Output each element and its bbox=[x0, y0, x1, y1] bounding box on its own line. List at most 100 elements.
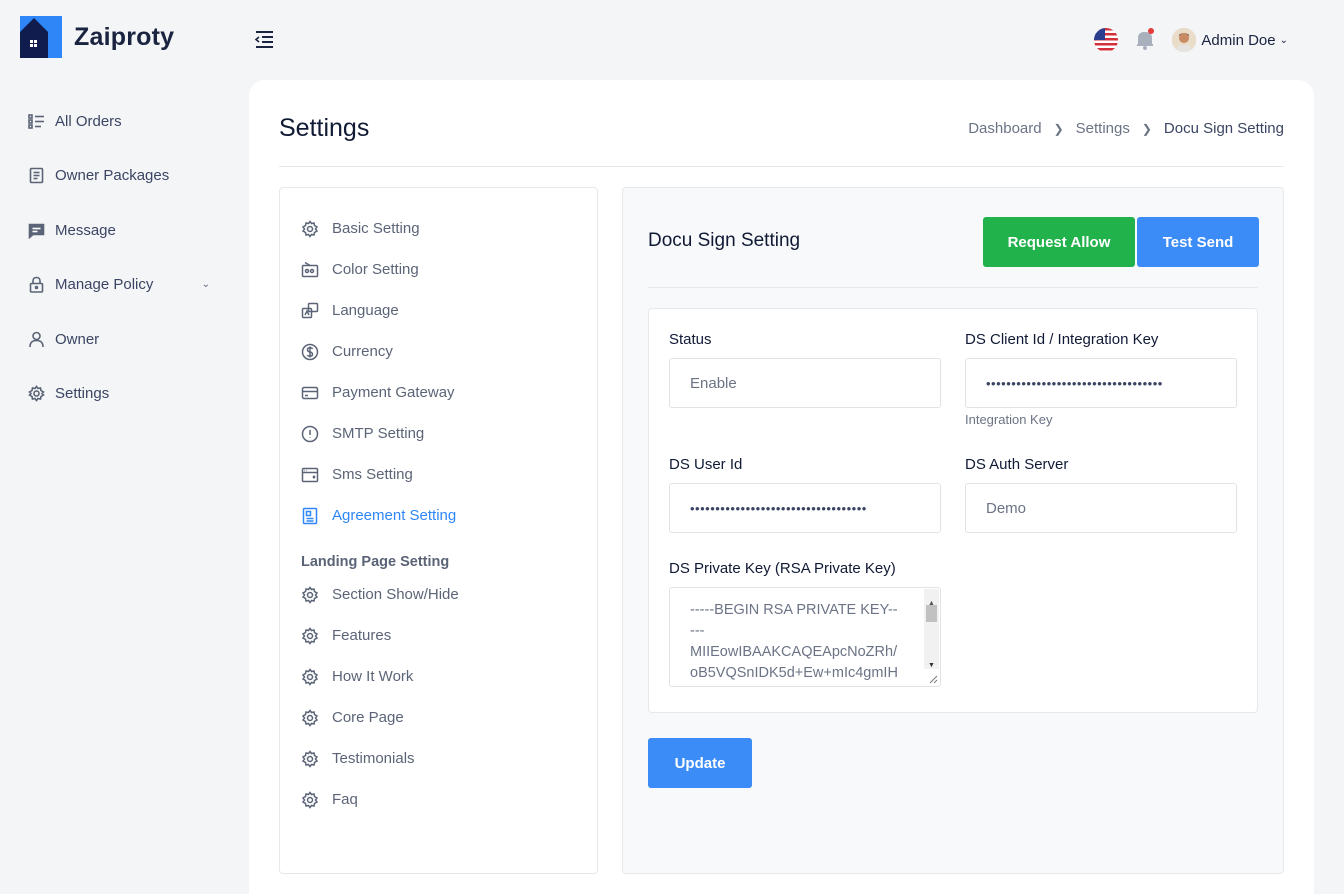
sidebar-item-label: Manage Policy bbox=[55, 276, 154, 294]
breadcrumb-current: Docu Sign Setting bbox=[1163, 120, 1284, 137]
sidebar-item-settings[interactable]: Settings bbox=[0, 367, 240, 422]
settings-item-payment[interactable]: Payment Gateway bbox=[280, 372, 597, 413]
language-icon bbox=[301, 302, 319, 318]
private-key-text: -----BEGIN RSA PRIVATE KEY----- MIIEowIB… bbox=[690, 602, 898, 681]
auth-server-select[interactable]: Demo bbox=[965, 483, 1237, 533]
settings-item-language[interactable]: Language bbox=[280, 290, 597, 331]
user-id-field[interactable]: ••••••••••••••••••••••••••••••••••• bbox=[669, 483, 941, 533]
message-icon bbox=[28, 223, 45, 239]
update-button[interactable]: Update bbox=[648, 738, 752, 788]
breadcrumb-dashboard[interactable]: Dashboard bbox=[968, 120, 1041, 137]
settings-item-label: How It Work bbox=[332, 668, 414, 685]
settings-item-label: Agreement Setting bbox=[332, 507, 457, 524]
settings-item-smtp[interactable]: SMTP Setting bbox=[280, 413, 597, 454]
settings-item-label: Currency bbox=[332, 343, 393, 360]
sidebar: All Orders Owner Packages Message Manage… bbox=[0, 94, 240, 421]
sidebar-item-label: Settings bbox=[55, 385, 110, 403]
auth-server-label: DS Auth Server bbox=[965, 456, 1069, 473]
document-icon bbox=[29, 167, 44, 184]
alert-icon bbox=[301, 425, 319, 442]
settings-item-label: Section Show/Hide bbox=[332, 586, 459, 603]
sidebar-item-message[interactable]: Message bbox=[0, 203, 240, 258]
avatar[interactable] bbox=[1172, 28, 1197, 52]
settings-item-label: SMTP Setting bbox=[332, 425, 425, 442]
resize-handle-icon[interactable] bbox=[928, 674, 938, 684]
header-actions: Admin Doe ⌄ bbox=[1094, 26, 1288, 54]
settings-item-label: Payment Gateway bbox=[332, 384, 455, 401]
gear-icon bbox=[301, 667, 319, 686]
settings-item-label: Faq bbox=[332, 791, 358, 808]
agreement-icon bbox=[302, 507, 318, 524]
settings-item-label: Testimonials bbox=[332, 750, 415, 767]
settings-item-testimonials[interactable]: Testimonials bbox=[280, 738, 597, 779]
settings-item-label: Sms Setting bbox=[332, 466, 413, 483]
gear-icon bbox=[301, 749, 319, 768]
settings-item-section-show-hide[interactable]: Section Show/Hide bbox=[280, 574, 597, 615]
gear-icon bbox=[28, 385, 45, 403]
sidebar-item-label: Owner bbox=[55, 330, 100, 348]
bell-icon[interactable] bbox=[1134, 28, 1156, 52]
user-name[interactable]: Admin Doe bbox=[1201, 32, 1275, 49]
sidebar-item-owner-packages[interactable]: Owner Packages bbox=[0, 149, 240, 204]
divider bbox=[279, 166, 1284, 167]
settings-item-sms[interactable]: Sms Setting bbox=[280, 454, 597, 495]
test-send-button[interactable]: Test Send bbox=[1137, 217, 1259, 267]
scroll-down-icon[interactable]: ▼ bbox=[928, 655, 935, 676]
status-label: Status bbox=[669, 331, 712, 348]
breadcrumb-settings[interactable]: Settings bbox=[1076, 120, 1130, 137]
private-key-textarea[interactable]: -----BEGIN RSA PRIVATE KEY----- MIIEowIB… bbox=[669, 587, 941, 687]
settings-item-color[interactable]: Color Setting bbox=[280, 249, 597, 290]
status-select[interactable]: Enable bbox=[669, 358, 941, 408]
sidebar-item-label: Message bbox=[55, 221, 116, 239]
chevron-right-icon: ❯ bbox=[1053, 121, 1064, 136]
chevron-down-icon[interactable]: ⌄ bbox=[202, 279, 210, 290]
client-id-help: Integration Key bbox=[965, 412, 1053, 427]
page-title: Settings bbox=[279, 114, 370, 142]
settings-menu: Basic Setting Color Setting Language Cur… bbox=[279, 187, 598, 874]
breadcrumb: Dashboard ❯ Settings ❯ Docu Sign Setting bbox=[968, 120, 1284, 137]
palette-icon bbox=[301, 261, 319, 277]
chevron-down-icon[interactable]: ⌄ bbox=[1280, 35, 1288, 46]
lock-icon bbox=[29, 276, 44, 294]
gear-icon bbox=[301, 585, 319, 604]
sidebar-item-manage-policy[interactable]: Manage Policy ⌄ bbox=[0, 258, 240, 313]
sidebar-item-label: Owner Packages bbox=[55, 167, 170, 185]
user-id-label: DS User Id bbox=[669, 456, 743, 473]
brand-name: Zaiproty bbox=[74, 22, 175, 51]
gear-icon bbox=[301, 219, 319, 238]
panel-title: Docu Sign Setting bbox=[648, 230, 801, 251]
gear-icon bbox=[301, 626, 319, 645]
gear-icon bbox=[301, 708, 319, 727]
sidebar-item-label: All Orders bbox=[55, 112, 122, 130]
dollar-icon bbox=[301, 343, 319, 360]
settings-item-label: Core Page bbox=[332, 709, 404, 726]
us-flag-icon[interactable] bbox=[1094, 28, 1119, 52]
request-allow-button[interactable]: Request Allow bbox=[983, 217, 1135, 267]
settings-item-agreement[interactable]: Agreement Setting bbox=[280, 495, 597, 536]
logo-icon bbox=[20, 16, 62, 58]
scroll-thumb[interactable] bbox=[926, 605, 937, 622]
settings-item-core-page[interactable]: Core Page bbox=[280, 697, 597, 738]
brand[interactable]: Zaiproty bbox=[20, 16, 174, 58]
settings-item-label: Basic Setting bbox=[332, 220, 420, 237]
settings-item-features[interactable]: Features bbox=[280, 615, 597, 656]
client-id-field[interactable]: ••••••••••••••••••••••••••••••••••• bbox=[965, 358, 1237, 408]
textarea-scrollbar[interactable]: ▲ ▼ bbox=[924, 589, 939, 669]
landing-page-heading: Landing Page Setting bbox=[301, 554, 450, 570]
menu-toggle-icon[interactable] bbox=[253, 29, 277, 51]
sidebar-item-all-orders[interactable]: All Orders bbox=[0, 94, 240, 149]
settings-item-faq[interactable]: Faq bbox=[280, 779, 597, 820]
settings-item-basic[interactable]: Basic Setting bbox=[280, 208, 597, 249]
chevron-right-icon: ❯ bbox=[1141, 121, 1152, 136]
client-id-label: DS Client Id / Integration Key bbox=[965, 331, 1159, 348]
docu-sign-panel: Docu Sign Setting Request Allow Test Sen… bbox=[622, 187, 1284, 874]
card-icon bbox=[301, 386, 319, 399]
settings-item-currency[interactable]: Currency bbox=[280, 331, 597, 372]
list-icon bbox=[28, 113, 44, 129]
sms-icon bbox=[301, 467, 319, 482]
settings-item-how-it-work[interactable]: How It Work bbox=[280, 656, 597, 697]
settings-item-label: Color Setting bbox=[332, 261, 419, 278]
sidebar-item-owner[interactable]: Owner bbox=[0, 312, 240, 367]
docu-sign-form: Status Enable DS Client Id / Integration… bbox=[648, 308, 1258, 713]
user-icon bbox=[29, 331, 44, 347]
